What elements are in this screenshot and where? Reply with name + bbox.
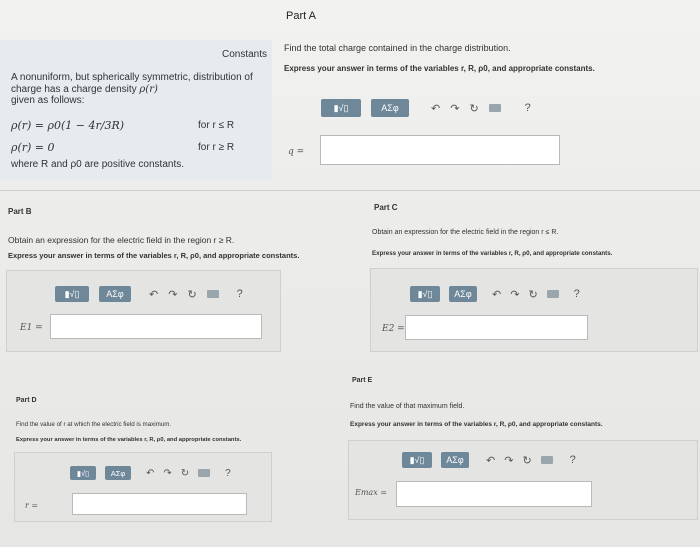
redo-icon[interactable]: ↷ xyxy=(504,454,513,467)
part-c-answer-input[interactable] xyxy=(405,315,588,340)
undo-icon[interactable]: ↶ xyxy=(149,288,158,301)
part-c-answer-label: E2 = xyxy=(382,324,405,334)
keyboard-icon[interactable] xyxy=(546,290,559,298)
redo-icon[interactable]: ↷ xyxy=(168,288,177,301)
keyboard-icon[interactable] xyxy=(206,290,219,298)
part-d-answer-input[interactable] xyxy=(72,493,247,515)
part-c-toolbar: ▮√▯ ΑΣφ ↶ ↷ ↻ ? xyxy=(410,286,580,302)
reset-icon[interactable]: ↻ xyxy=(528,288,537,301)
part-e-question: Find the value of that maximum field. xyxy=(350,403,465,410)
part-e-answer-input[interactable] xyxy=(396,481,592,507)
redo-icon[interactable]: ↷ xyxy=(450,102,459,115)
templates-button[interactable]: ▮√▯ xyxy=(402,452,432,468)
part-d-title: Part D xyxy=(16,397,37,404)
part-c-question: Obtain an expression for the electric fi… xyxy=(372,229,559,236)
part-b-instruction: Express your answer in terms of the vari… xyxy=(8,251,300,260)
undo-icon[interactable]: ↶ xyxy=(486,454,495,467)
templates-button[interactable]: ▮√▯ xyxy=(70,466,96,480)
section-divider xyxy=(0,190,700,191)
reset-icon[interactable]: ↻ xyxy=(187,288,196,301)
templates-button[interactable]: ▮√▯ xyxy=(410,286,440,302)
part-a-answer-input[interactable] xyxy=(320,135,560,165)
symbols-button[interactable]: ΑΣφ xyxy=(99,286,131,302)
part-d-question: Find the value of r at which the electri… xyxy=(16,421,172,428)
reset-icon[interactable]: ↻ xyxy=(522,454,531,467)
equation-2: ρ(r) = 0 xyxy=(11,141,55,154)
part-b-question: Obtain an expression for the electric fi… xyxy=(8,235,235,245)
part-d-answer-label: r = xyxy=(25,501,39,510)
help-icon[interactable]: ? xyxy=(574,288,580,300)
part-b-title: Part B xyxy=(8,207,32,216)
part-a-title: Part A xyxy=(286,10,316,22)
keyboard-icon[interactable] xyxy=(488,104,501,112)
where-text: where R and ρ0 are positive constants. xyxy=(11,159,185,170)
symbols-button[interactable]: ΑΣφ xyxy=(449,286,477,302)
part-e-toolbar: ▮√▯ ΑΣφ ↶ ↷ ↻ ? xyxy=(402,452,576,468)
density-symbol: ρ(r) xyxy=(139,83,158,95)
undo-icon[interactable]: ↶ xyxy=(431,102,440,115)
part-a-instruction: Express your answer in terms of the vari… xyxy=(284,64,595,73)
part-a-question: Find the total charge contained in the c… xyxy=(284,43,511,53)
redo-icon[interactable]: ↷ xyxy=(163,468,171,479)
symbols-button[interactable]: ΑΣφ xyxy=(371,99,409,117)
templates-button[interactable]: ▮√▯ xyxy=(55,286,89,302)
problem-statement: A nonuniform, but spherically symmetric,… xyxy=(11,72,266,107)
keyboard-icon[interactable] xyxy=(540,456,553,464)
given-text: given as follows: xyxy=(11,95,85,106)
symbols-button[interactable]: ΑΣφ xyxy=(105,466,131,480)
part-b-toolbar: ▮√▯ ΑΣφ ↶ ↷ ↻ ? xyxy=(55,286,243,302)
constants-link[interactable]: Constants xyxy=(222,49,267,60)
equation-2-condition: for r ≥ R xyxy=(198,142,235,153)
help-icon[interactable]: ? xyxy=(225,468,231,479)
symbols-button[interactable]: ΑΣφ xyxy=(441,452,469,468)
help-icon[interactable]: ? xyxy=(525,102,531,114)
part-e-answer-label: Emax = xyxy=(355,488,387,497)
part-e-title: Part E xyxy=(352,377,373,384)
part-a-toolbar: ▮√▯ ΑΣφ ↶ ↷ ↻ ? xyxy=(321,99,531,117)
redo-icon[interactable]: ↷ xyxy=(510,288,519,301)
part-b-answer-label: E1 = xyxy=(20,323,43,333)
part-c-instruction: Express your answer in terms of the vari… xyxy=(372,250,613,257)
part-d-toolbar: ▮√▯ ΑΣφ ↶ ↷ ↻ ? xyxy=(70,466,231,480)
undo-icon[interactable]: ↶ xyxy=(492,288,501,301)
help-icon[interactable]: ? xyxy=(570,454,576,466)
reset-icon[interactable]: ↻ xyxy=(181,468,189,479)
reset-icon[interactable]: ↻ xyxy=(469,102,478,115)
undo-icon[interactable]: ↶ xyxy=(146,468,154,479)
part-d-instruction: Express your answer in terms of the vari… xyxy=(16,437,242,443)
equation-1-condition: for r ≤ R xyxy=(198,120,235,131)
help-icon[interactable]: ? xyxy=(237,288,243,300)
part-a-answer-label: q = xyxy=(288,147,305,157)
problem-intro: A nonuniform, but spherically symmetric,… xyxy=(11,72,253,95)
part-b-answer-input[interactable] xyxy=(50,314,262,339)
keyboard-icon[interactable] xyxy=(198,469,211,477)
equation-1: ρ(r) = ρ0(1 − 4r/3R) xyxy=(11,119,125,132)
templates-button[interactable]: ▮√▯ xyxy=(321,99,361,117)
part-b-answer-panel xyxy=(6,270,281,352)
part-e-instruction: Express your answer in terms of the vari… xyxy=(350,421,603,428)
part-c-title: Part C xyxy=(374,203,398,212)
